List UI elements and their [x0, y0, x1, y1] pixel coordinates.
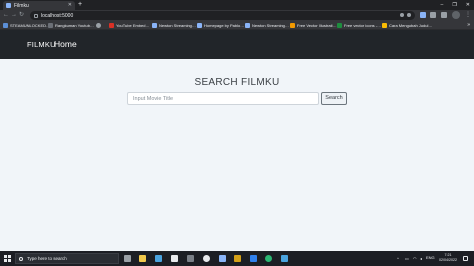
task-view-icon[interactable]: [124, 255, 131, 262]
browser-tab[interactable]: Filmku ✕: [3, 1, 75, 10]
profile-avatar[interactable]: [452, 11, 460, 19]
minimize-icon[interactable]: –: [441, 1, 444, 9]
language-indicator[interactable]: ENG: [426, 255, 435, 261]
bookmark-item[interactable]: Free vector icons -…: [337, 22, 381, 29]
bookmark-icon: [197, 23, 202, 28]
browser-toolbar: ← → ↻ localhost:5000 ⋮: [0, 10, 474, 21]
taskbar-search-box[interactable]: Type here to search: [15, 253, 119, 264]
url-text: localhost:5000: [41, 12, 74, 19]
bookmark-item[interactable]: Newton Streaming…: [245, 22, 289, 29]
bookmarks-bar: STEAMUNLOCKED… Rangkuman Youtub… YouTube…: [0, 21, 474, 30]
app-navbar: FILMKU Home: [0, 30, 474, 59]
globe-icon: [6, 3, 11, 8]
address-bar[interactable]: localhost:5000: [30, 11, 415, 20]
settings-icon[interactable]: [281, 255, 288, 262]
bookmark-label: STEAMUNLOCKED…: [10, 23, 51, 28]
extension-icon[interactable]: [430, 12, 436, 18]
bookmark-label: Newton Streaming…: [159, 23, 196, 28]
window-controls: – ❐ ✕: [441, 1, 470, 9]
tab-title: Filmku: [14, 2, 29, 9]
taskbar-search-placeholder: Type here to search: [27, 256, 67, 261]
menu-icon[interactable]: ⋮: [465, 11, 471, 19]
notepad-icon[interactable]: [219, 255, 226, 262]
edge-icon[interactable]: [265, 255, 272, 262]
taskbar-clock[interactable]: 7:21 02/04/2022: [437, 253, 459, 263]
globe-icon: [96, 23, 101, 28]
mail-icon[interactable]: [171, 255, 178, 262]
page-title: SEARCH FILMKU: [194, 77, 280, 88]
steam-icon: [3, 23, 8, 28]
bookmark-label: Free vector icons -…: [344, 23, 382, 28]
chevron-up-icon[interactable]: ^: [397, 256, 399, 261]
clock-date: 02/04/2022: [439, 258, 457, 262]
browser-tab-strip: Filmku ✕ + – ❐ ✕: [0, 0, 474, 10]
bookmark-icon: [382, 23, 387, 28]
back-icon[interactable]: ←: [3, 11, 9, 20]
youtube-icon: [109, 23, 114, 28]
bookmark-label: Free Vector Illustrati…: [297, 23, 337, 28]
share-icon[interactable]: [400, 13, 404, 17]
search-input[interactable]: [127, 92, 319, 105]
bookmark-item[interactable]: Cara Mengubah Judul…: [382, 22, 432, 29]
omnibox-actions: [400, 13, 411, 17]
os-taskbar: Type here to search ^ ▭ ◠ ◂ ENG 7:21 02/…: [0, 251, 474, 266]
info-icon[interactable]: [34, 13, 38, 18]
reload-icon[interactable]: ↻: [19, 11, 24, 20]
battery-icon[interactable]: ▭: [405, 256, 409, 261]
photos-icon[interactable]: [234, 255, 241, 262]
bookmark-label: YouTube Embed…: [116, 23, 150, 28]
bookmark-item[interactable]: Free Vector Illustrati…: [290, 22, 337, 29]
wifi-icon[interactable]: ◠: [413, 256, 417, 261]
bookmark-item[interactable]: YouTube Embed…: [109, 22, 150, 29]
bookmark-icon: [337, 23, 342, 28]
search-form: Search: [127, 92, 347, 105]
play-icon: [48, 23, 53, 28]
close-icon[interactable]: ✕: [68, 3, 72, 8]
notification-icon[interactable]: [463, 256, 468, 261]
bookmark-icon: [152, 23, 157, 28]
windows-start-icon[interactable]: [4, 255, 11, 262]
bookmark-item[interactable]: Rangkuman Youtub…: [48, 22, 94, 29]
bookmark-item[interactable]: [96, 22, 103, 29]
close-window-icon[interactable]: ✕: [466, 1, 470, 9]
bookmark-label: Rangkuman Youtub…: [55, 23, 94, 28]
bookmark-label: Homepage by Pablo…: [204, 23, 245, 28]
store-icon[interactable]: [155, 255, 162, 262]
maximize-icon[interactable]: ❐: [452, 1, 456, 9]
bookmark-label: Cara Mengubah Judul…: [389, 23, 433, 28]
brand-logo[interactable]: FILMKU: [27, 40, 56, 49]
bookmark-label: Newton Streaming…: [252, 23, 289, 28]
file-explorer-icon[interactable]: [139, 255, 146, 262]
puzzle-icon[interactable]: [441, 12, 447, 18]
search-button[interactable]: Search: [321, 92, 347, 105]
chrome-icon[interactable]: [203, 255, 210, 262]
extension-icon[interactable]: [420, 12, 426, 18]
vscode-icon[interactable]: [250, 255, 257, 262]
bookmark-item[interactable]: STEAMUNLOCKED…: [3, 22, 50, 29]
new-tab-button[interactable]: +: [78, 1, 82, 9]
search-icon: [19, 256, 23, 261]
bookmark-icon: [290, 23, 295, 28]
star-icon[interactable]: [407, 13, 411, 17]
speaker-icon[interactable]: ◂: [420, 256, 422, 261]
calculator-icon[interactable]: [187, 255, 194, 262]
bookmark-item[interactable]: Homepage by Pablo…: [197, 22, 244, 29]
bookmark-icon: [245, 23, 250, 28]
bookmark-item[interactable]: Newton Streaming…: [152, 22, 196, 29]
more-bookmarks-button[interactable]: »: [467, 22, 470, 29]
forward-icon[interactable]: →: [11, 11, 17, 20]
nav-link-home[interactable]: Home: [54, 39, 77, 49]
